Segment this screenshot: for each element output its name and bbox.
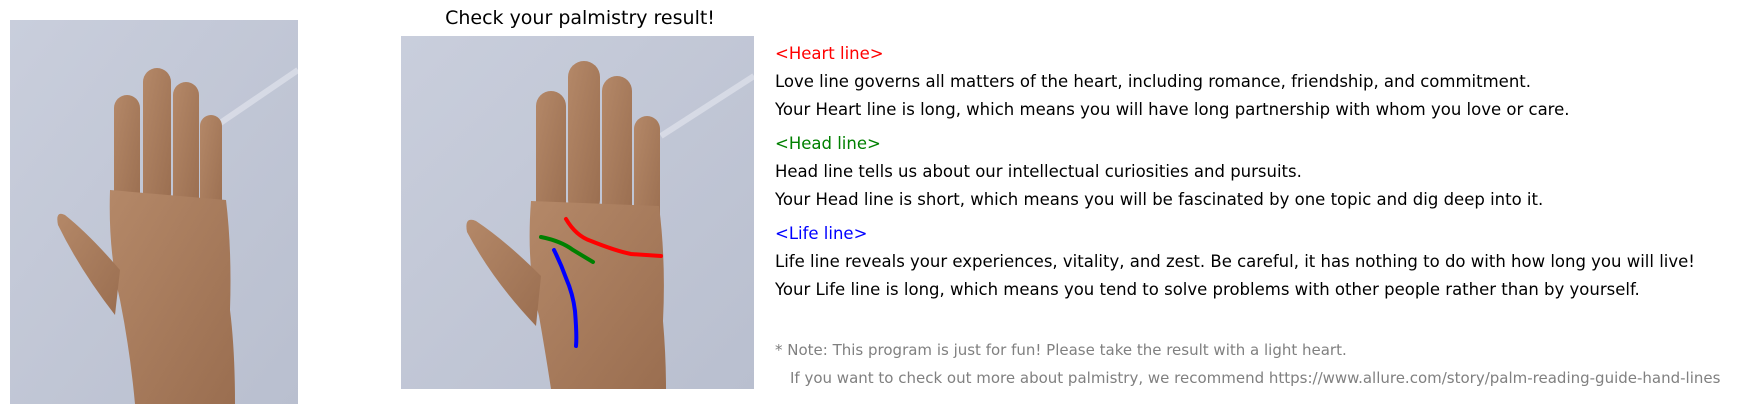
result-title: Check your palmistry result! xyxy=(445,7,715,29)
head-line-heading: <Head line> xyxy=(775,134,881,153)
heart-line-description: Love line governs all matters of the hea… xyxy=(775,72,1531,91)
fun-note: * Note: This program is just for fun! Pl… xyxy=(775,336,1745,392)
note-disclaimer: * Note: This program is just for fun! Pl… xyxy=(775,341,1347,359)
head-line-section: <Head line> Head line tells us about our… xyxy=(775,130,1745,214)
life-line-description: Life line reveals your experiences, vita… xyxy=(775,252,1695,271)
head-line-description: Head line tells us about our intellectua… xyxy=(775,162,1302,181)
life-line-section: <Life line> Life line reveals your exper… xyxy=(775,220,1745,304)
heart-line-section: <Heart line> Love line governs all matte… xyxy=(775,40,1745,124)
life-line-result: Your Life line is long, which means you … xyxy=(775,280,1640,299)
result-text: <Heart line> Love line governs all matte… xyxy=(775,40,1745,310)
life-line-heading: <Life line> xyxy=(775,224,868,243)
analyzed-palm-image xyxy=(401,36,754,389)
heart-line-heading: <Heart line> xyxy=(775,44,884,63)
note-reference: If you want to check out more about palm… xyxy=(790,369,1721,387)
head-line-result: Your Head line is short, which means you… xyxy=(775,190,1544,209)
heart-line-result: Your Heart line is long, which means you… xyxy=(775,100,1570,119)
original-palm-image xyxy=(10,20,298,404)
